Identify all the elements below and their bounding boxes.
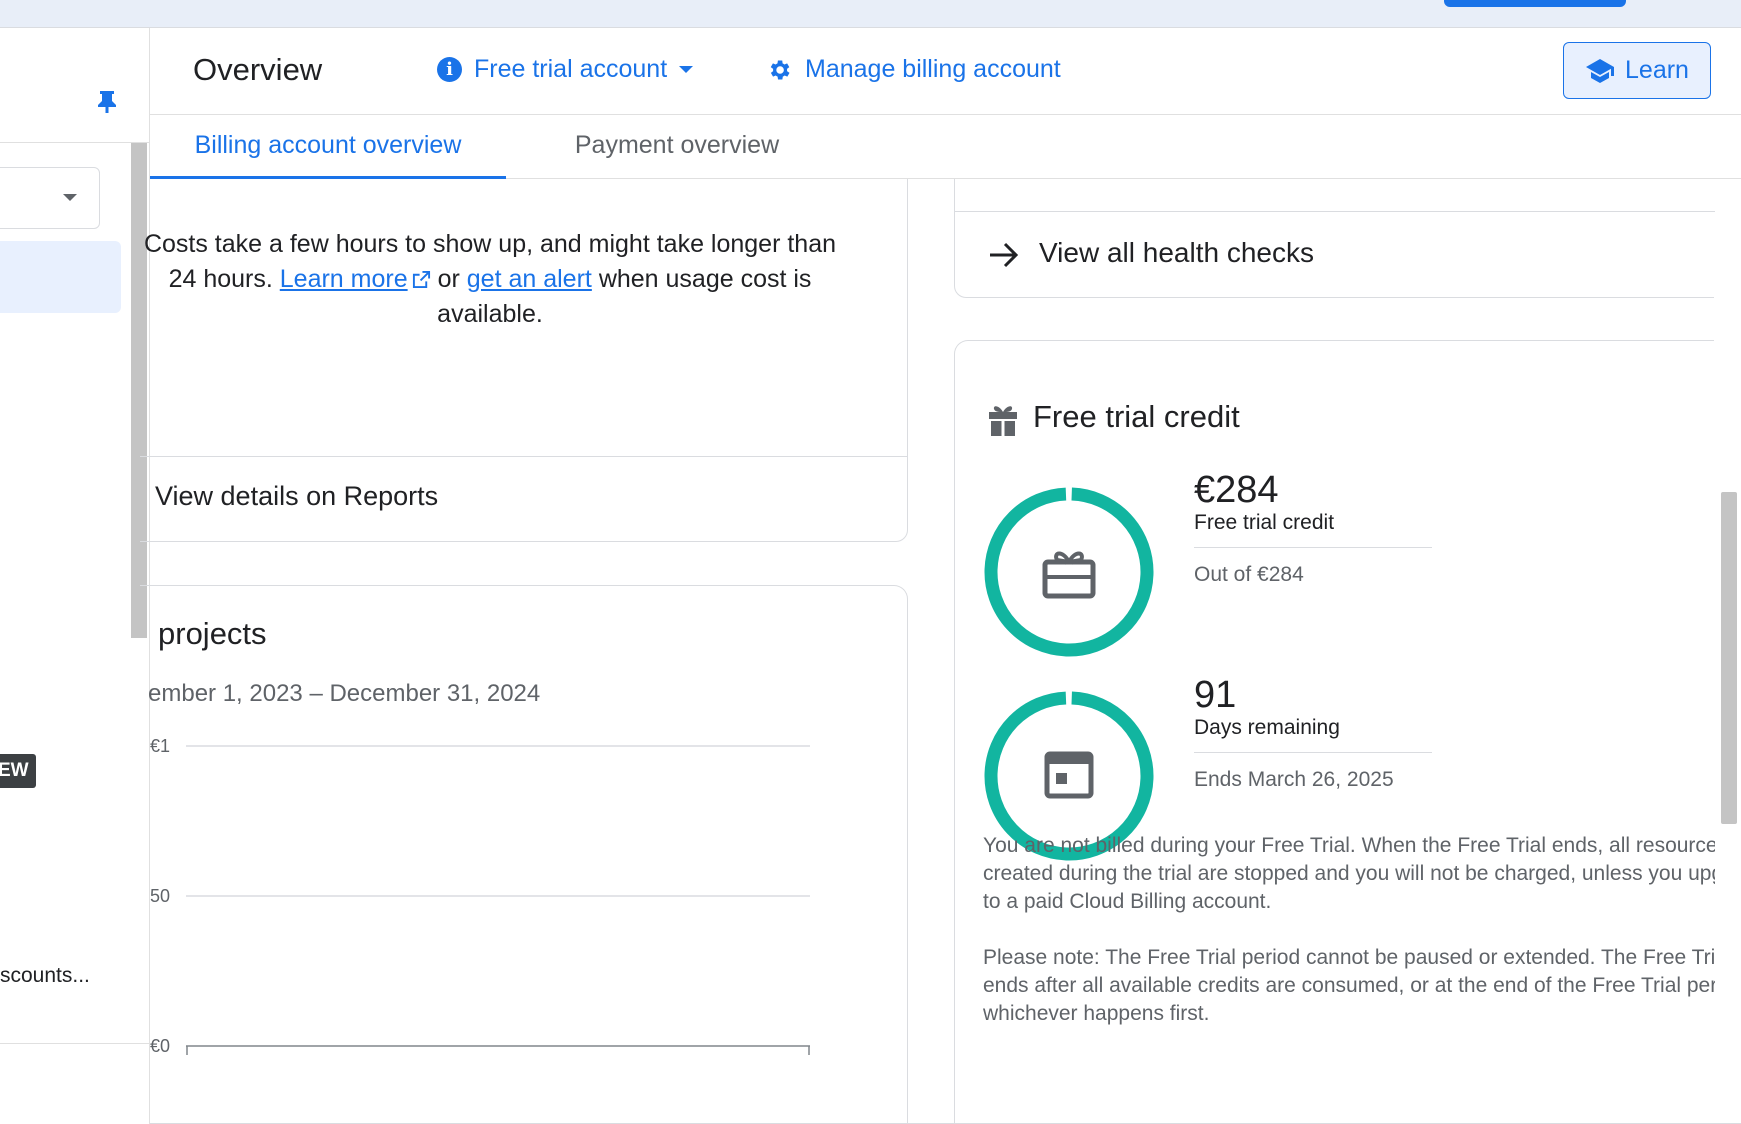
metric-divider [1194,752,1432,753]
tab-bar: Billing account overview Payment overvie… [150,115,1741,179]
info-icon: i [437,57,462,82]
billing-notice-line: You are not billed during your Free Tria… [983,834,1715,857]
cost-message-text: or [437,265,460,293]
trial-note-line: Please note: The Free Trial period canno… [983,946,1715,969]
credit-total: Out of €284 [1194,563,1304,586]
browser-top-strip [0,0,1741,28]
learn-more-link[interactable]: Learn more [280,265,431,293]
page-header: Overview i Free trial account Manage bil… [150,28,1741,115]
manage-billing-account-link[interactable]: Manage billing account [766,55,1061,84]
main-scrollbar[interactable] [1721,492,1737,824]
billing-notice-line: to a paid Cloud Billing account. [983,890,1272,913]
y-tick-label: 50 [150,886,170,906]
health-checks-card: View all health checks [954,179,1715,298]
nav-item-accounts[interactable]: scounts... [0,964,90,988]
credit-ring [984,487,1154,657]
tab-billing-account-overview[interactable]: Billing account overview [150,115,506,179]
redeem-icon [1042,551,1096,599]
metric-divider [1194,547,1432,548]
trial-end-date: Ends March 26, 2025 [1194,768,1394,791]
free-trial-credit-card: Free trial credit €284 Free trial credit… [954,340,1715,1124]
view-all-health-checks-link[interactable]: View all health checks [1039,237,1314,269]
nav-divider [0,1043,150,1044]
billing-notice-line: created during the trial are stopped and… [983,862,1715,885]
projects-card: projects ember 1, 2023 – December 31, 20… [140,585,908,1124]
chevron-down-icon [679,66,694,73]
cost-message-text: 24 hours. [168,265,273,293]
nav-divider [0,142,150,143]
free-trial-account-label: Free trial account [474,55,668,83]
projects-title: projects [158,616,267,651]
credit-amount: €284 [1194,469,1279,511]
nav-project-select[interactable] [0,167,100,229]
get-an-alert-link[interactable]: get an alert [467,265,592,293]
y-tick-label: €0 [150,1036,170,1056]
learn-button[interactable]: Learn [1563,42,1711,99]
nav-item-overview[interactable] [0,241,121,313]
credit-progress-ring [984,487,1154,657]
y-tick-label: €1 [150,736,170,756]
left-navigation: EW scounts... [0,28,150,1124]
cost-message-line: Costs take a few hours to show up, and m… [143,230,837,258]
chevron-down-icon [63,194,77,201]
pin-icon[interactable] [96,90,118,114]
gear-icon [770,59,790,80]
billing-notice: You are not billed during your Free Tria… [983,832,1715,916]
trial-period-note: Please note: The Free Trial period canno… [983,944,1715,1028]
trial-note-line: ends after all available credits are con… [983,974,1715,997]
cost-message-text: when usage cost is [598,265,812,293]
external-link-icon [412,270,430,289]
days-remaining-label: Days remaining [1194,716,1340,739]
credit-label: Free trial credit [1194,511,1335,534]
view-details-on-reports-link[interactable]: View details on Reports [155,481,438,512]
free-trial-account-menu[interactable]: i Free trial account [437,55,694,84]
learn-label: Learn [1625,56,1689,84]
learn-more-label: Learn more [279,265,408,293]
cost-message-line: 24 hours. Learn more or get an alert whe… [140,262,840,297]
tab-payment-overview[interactable]: Payment overview [542,115,812,179]
card-divider [955,211,1715,212]
calendar-icon [1044,751,1094,799]
cost-delay-message: Costs take a few hours to show up, and m… [140,227,840,332]
school-icon [1586,58,1615,83]
top-action-button[interactable] [1444,0,1626,7]
gift-icon [989,406,1017,436]
free-trial-credit-title: Free trial credit [1033,399,1240,434]
arrow-right-icon [990,242,1019,268]
cost-summary-card: Costs take a few hours to show up, and m… [140,179,908,542]
days-remaining-count: 91 [1194,674,1237,716]
projects-date-range: ember 1, 2023 – December 31, 2024 [148,680,541,707]
trial-note-line: whichever happens first. [983,1002,1210,1025]
new-badge: EW [0,754,36,788]
projects-cost-chart: €1 50 €0 [150,736,810,1056]
manage-billing-account-label: Manage billing account [805,55,1061,83]
page-title: Overview [193,52,323,87]
card-divider [140,456,908,457]
cost-message-line: available. [437,300,543,328]
